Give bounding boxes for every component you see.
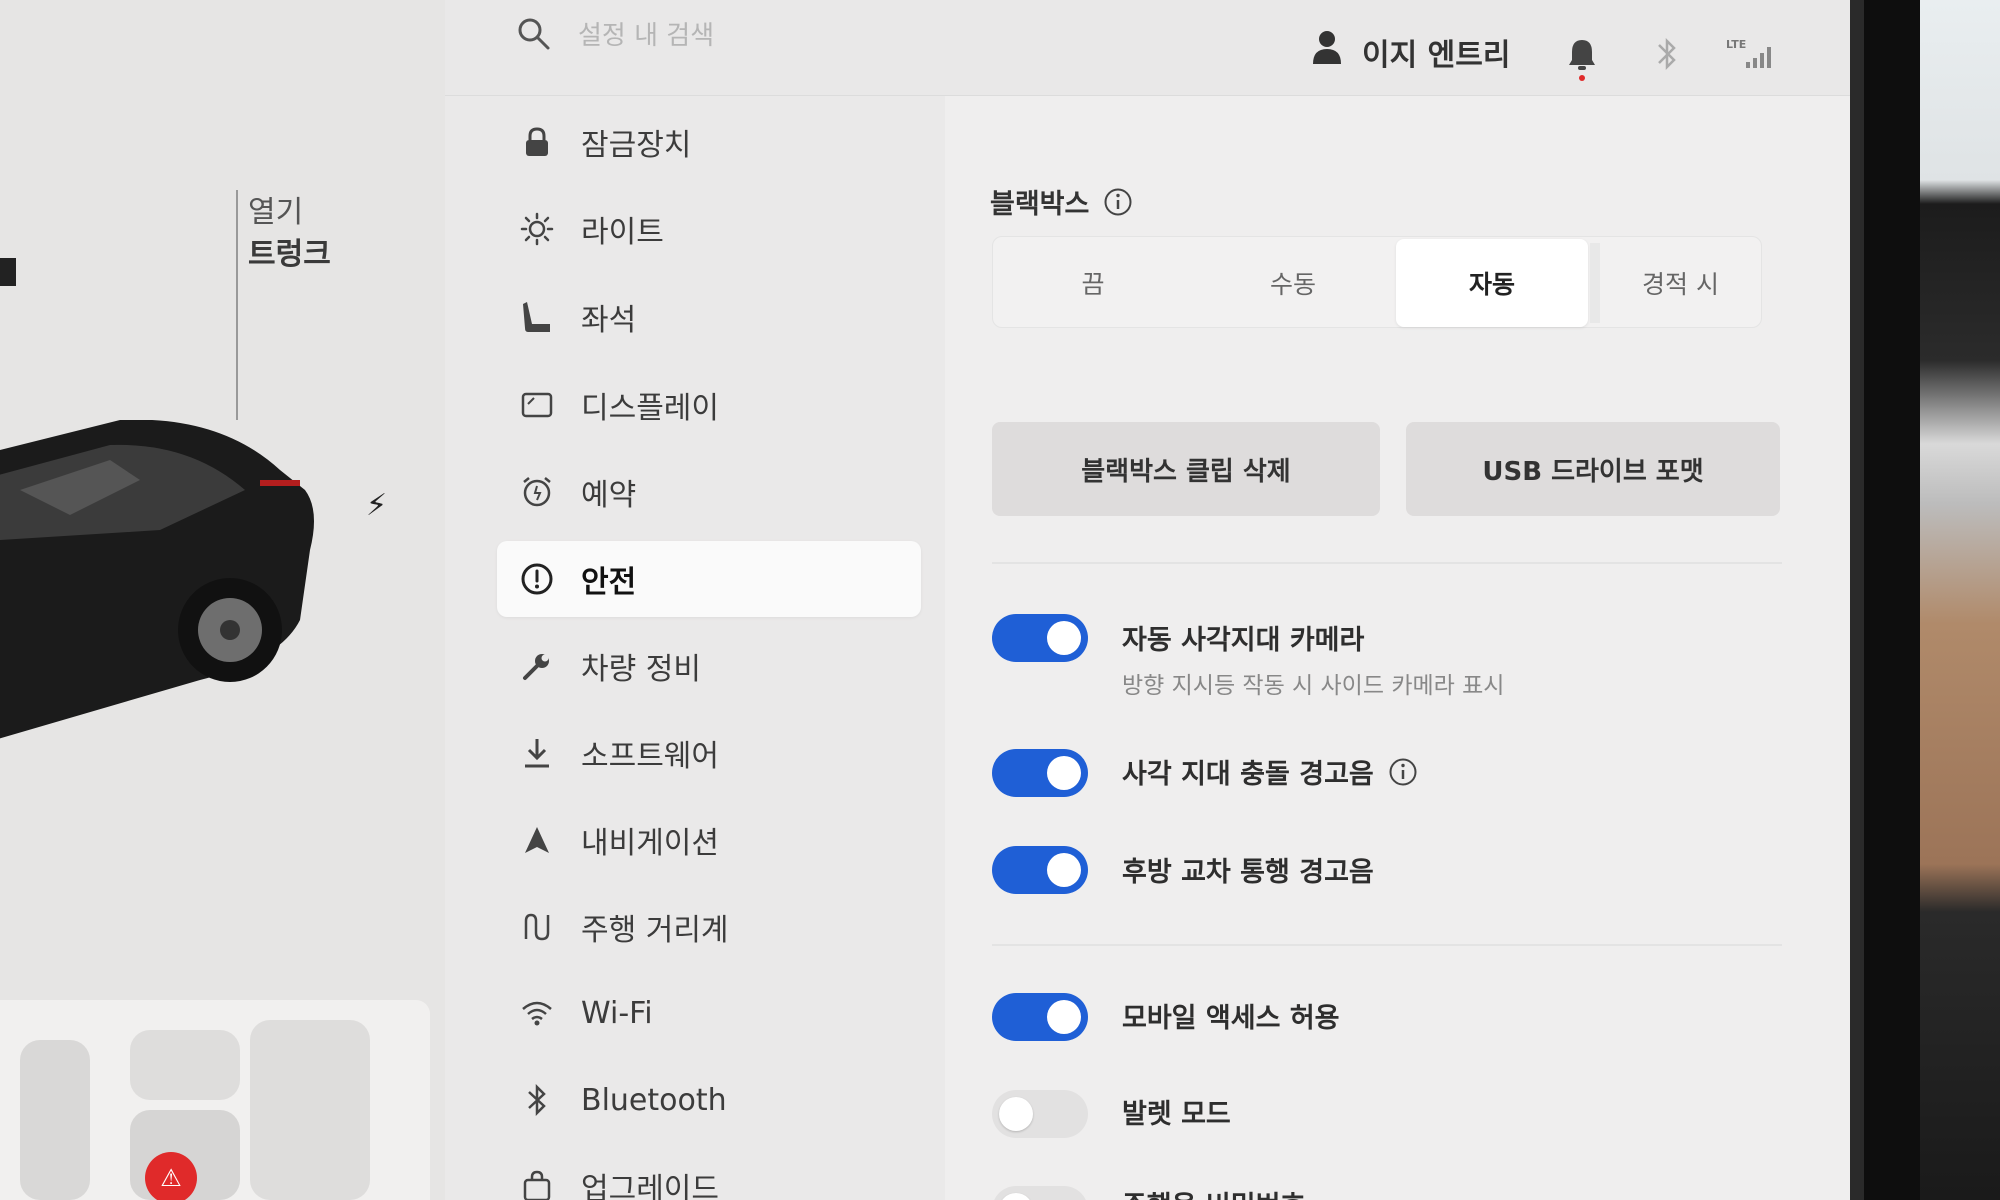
menu-item-lights[interactable]: 라이트	[497, 191, 921, 267]
trunk-guide-line	[236, 190, 238, 420]
dashcam-option-manual[interactable]: 수동	[1193, 237, 1393, 329]
seats-icon	[20, 1020, 370, 1200]
blind-spot-camera-label: 자동 사각지대 카메라	[1122, 625, 1365, 656]
menu-item-label: 내비게이션	[581, 826, 719, 861]
menu-item-label: 소프트웨어	[581, 739, 719, 774]
mobile-access-label: 모바일 액세스 허용	[1122, 1003, 1340, 1034]
menu-item-schedule[interactable]: 예약	[497, 454, 921, 530]
door-indicator	[0, 258, 16, 286]
navigation-arrow-icon	[517, 820, 557, 860]
dashcam-option-off[interactable]: 끔	[993, 237, 1193, 329]
charging-bolt-icon[interactable]: ⚡	[366, 488, 387, 523]
download-icon	[517, 733, 557, 773]
menu-item-software[interactable]: 소프트웨어	[497, 715, 921, 791]
seat-map	[0, 1000, 430, 1200]
screen-bezel-edge	[1850, 0, 1864, 1200]
mobile-access-toggle[interactable]	[992, 993, 1088, 1041]
menu-item-label: 라이트	[581, 215, 664, 250]
alert-circle-icon	[517, 559, 557, 599]
user-profile-name[interactable]: 이지 엔트리	[1362, 30, 1510, 74]
menu-item-locks[interactable]: 잠금장치	[497, 104, 921, 180]
wrench-icon	[517, 646, 557, 686]
menu-item-safety[interactable]: 안전	[497, 541, 921, 617]
car-image	[0, 420, 314, 739]
menu-item-label: 디스플레이	[581, 391, 719, 426]
seatbelt-warning-icon: ⚠	[145, 1152, 197, 1200]
rear-cross-traffic-chime-toggle[interactable]	[992, 846, 1088, 894]
menu-item-label: Wi-Fi	[581, 995, 653, 1031]
valet-mode-toggle[interactable]	[992, 1090, 1088, 1138]
trunk-open-control[interactable]: 열기 트렁크	[248, 192, 331, 276]
menu-item-display[interactable]: 디스플레이	[497, 367, 921, 443]
dashcam-title: 블랙박스	[990, 182, 1133, 221]
menu-item-wifi[interactable]: Wi-Fi	[497, 975, 921, 1051]
pin-to-drive-toggle[interactable]	[992, 1186, 1088, 1200]
pin-to-drive-label: 주행용 비밀번호	[1122, 1184, 1305, 1200]
menu-item-label: 안전	[581, 565, 637, 600]
menu-item-label: Bluetooth	[581, 1082, 727, 1118]
info-icon[interactable]	[1103, 187, 1133, 217]
menu-item-navigation[interactable]: 내비게이션	[497, 802, 921, 878]
menu-item-label: 좌석	[581, 303, 637, 338]
open-label: 열기	[248, 195, 304, 230]
touchscreen: 열기 트렁크 ⚡ ⚠ 설정 내 검색 이지 엔트리 LTE 잠금장치 라이트 좌…	[0, 0, 1850, 1200]
menu-item-service[interactable]: 차량 정비	[497, 628, 921, 704]
dashcam-mode-selector: 끔 수동 자동 경적 시	[992, 236, 1762, 328]
dashboard-background	[1920, 0, 2000, 1200]
notification-bell-icon[interactable]	[1566, 36, 1598, 82]
menu-item-label: 잠금장치	[581, 128, 692, 163]
blind-spot-camera-description: 방향 지시등 작동 시 사이드 카메라 표시	[1122, 673, 1505, 699]
dashcam-title-label: 블랙박스	[990, 189, 1090, 220]
dashcam-option-on-honk[interactable]: 경적 시	[1600, 237, 1761, 329]
menu-item-bluetooth[interactable]: Bluetooth	[497, 1062, 921, 1138]
delete-dashcam-clips-button[interactable]: 블랙박스 클립 삭제	[992, 422, 1380, 516]
section-divider	[992, 944, 1782, 946]
cellular-signal-icon	[1746, 47, 1771, 68]
menu-item-label: 예약	[581, 478, 637, 513]
bluetooth-icon	[517, 1080, 557, 1120]
trunk-label: 트렁크	[248, 237, 331, 272]
alarm-clock-icon	[517, 472, 557, 512]
lock-icon	[517, 122, 557, 162]
shopping-bag-icon	[517, 1166, 557, 1200]
valet-mode-label: 발렛 모드	[1122, 1099, 1231, 1130]
menu-item-seats[interactable]: 좌석	[497, 279, 921, 355]
blind-spot-camera-toggle[interactable]	[992, 614, 1088, 662]
blind-spot-chime-text: 사각 지대 충돌 경고음	[1122, 759, 1374, 790]
settings-search-input[interactable]	[578, 14, 978, 58]
format-usb-button[interactable]: USB 드라이브 포맷	[1406, 422, 1780, 516]
blind-spot-chime-toggle[interactable]	[992, 749, 1088, 797]
menu-item-label: 주행 거리계	[581, 913, 729, 948]
menu-item-trips[interactable]: 주행 거리계	[497, 889, 921, 965]
info-icon[interactable]	[1388, 757, 1418, 787]
trip-icon	[517, 907, 557, 947]
search-icon[interactable]	[514, 14, 554, 54]
rear-cross-traffic-chime-label: 후방 교차 통행 경고음	[1122, 857, 1374, 888]
car-panel: 열기 트렁크 ⚡ ⚠	[0, 0, 445, 1200]
blind-spot-chime-label: 사각 지대 충돌 경고음	[1122, 752, 1418, 791]
user-icon[interactable]	[1312, 30, 1342, 64]
dashcam-option-auto[interactable]: 자동	[1396, 239, 1588, 327]
menu-item-label: 차량 정비	[581, 652, 701, 687]
wifi-icon	[517, 993, 557, 1033]
seat-icon	[517, 297, 557, 337]
section-divider	[992, 562, 1782, 564]
menu-item-label: 업그레이드	[581, 1172, 719, 1200]
light-icon	[517, 209, 557, 249]
display-icon	[517, 385, 557, 425]
menu-item-upgrades[interactable]: 업그레이드	[497, 1148, 921, 1200]
segment-separator	[1590, 243, 1600, 323]
bluetooth-status-icon[interactable]	[1654, 36, 1680, 72]
